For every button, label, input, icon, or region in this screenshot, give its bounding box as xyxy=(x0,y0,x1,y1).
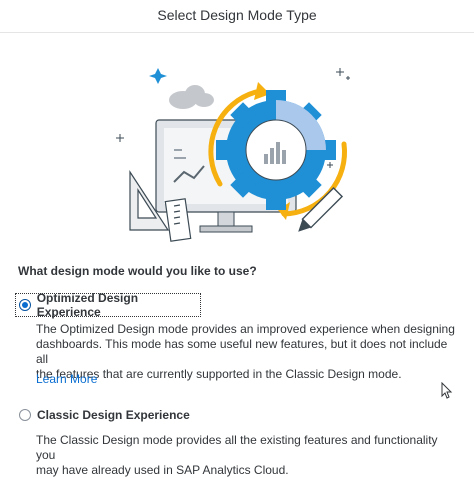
classic-design-option[interactable]: Classic Design Experience xyxy=(16,404,190,426)
dialog-header: Select Design Mode Type xyxy=(0,0,474,33)
dialog-title: Select Design Mode Type xyxy=(157,7,317,23)
design-mode-question: What design mode would you like to use? xyxy=(18,264,257,278)
mouse-pointer-icon xyxy=(441,382,453,399)
radio-unselected-icon[interactable] xyxy=(19,409,31,421)
learn-more-link[interactable]: Learn More xyxy=(36,372,97,386)
sparkle-icon xyxy=(149,68,167,84)
cloud-icon xyxy=(169,85,214,109)
optimized-design-description: The Optimized Design mode provides an im… xyxy=(36,322,455,381)
radio-selected-icon[interactable] xyxy=(19,299,31,311)
classic-design-description: The Classic Design mode provides all the… xyxy=(36,433,438,477)
optimized-design-option[interactable]: Optimized Design Experience xyxy=(15,291,201,319)
optimized-design-label[interactable]: Optimized Design Experience xyxy=(37,291,200,319)
classic-design-label[interactable]: Classic Design Experience xyxy=(37,408,190,422)
design-mode-illustration-icon xyxy=(116,68,350,242)
